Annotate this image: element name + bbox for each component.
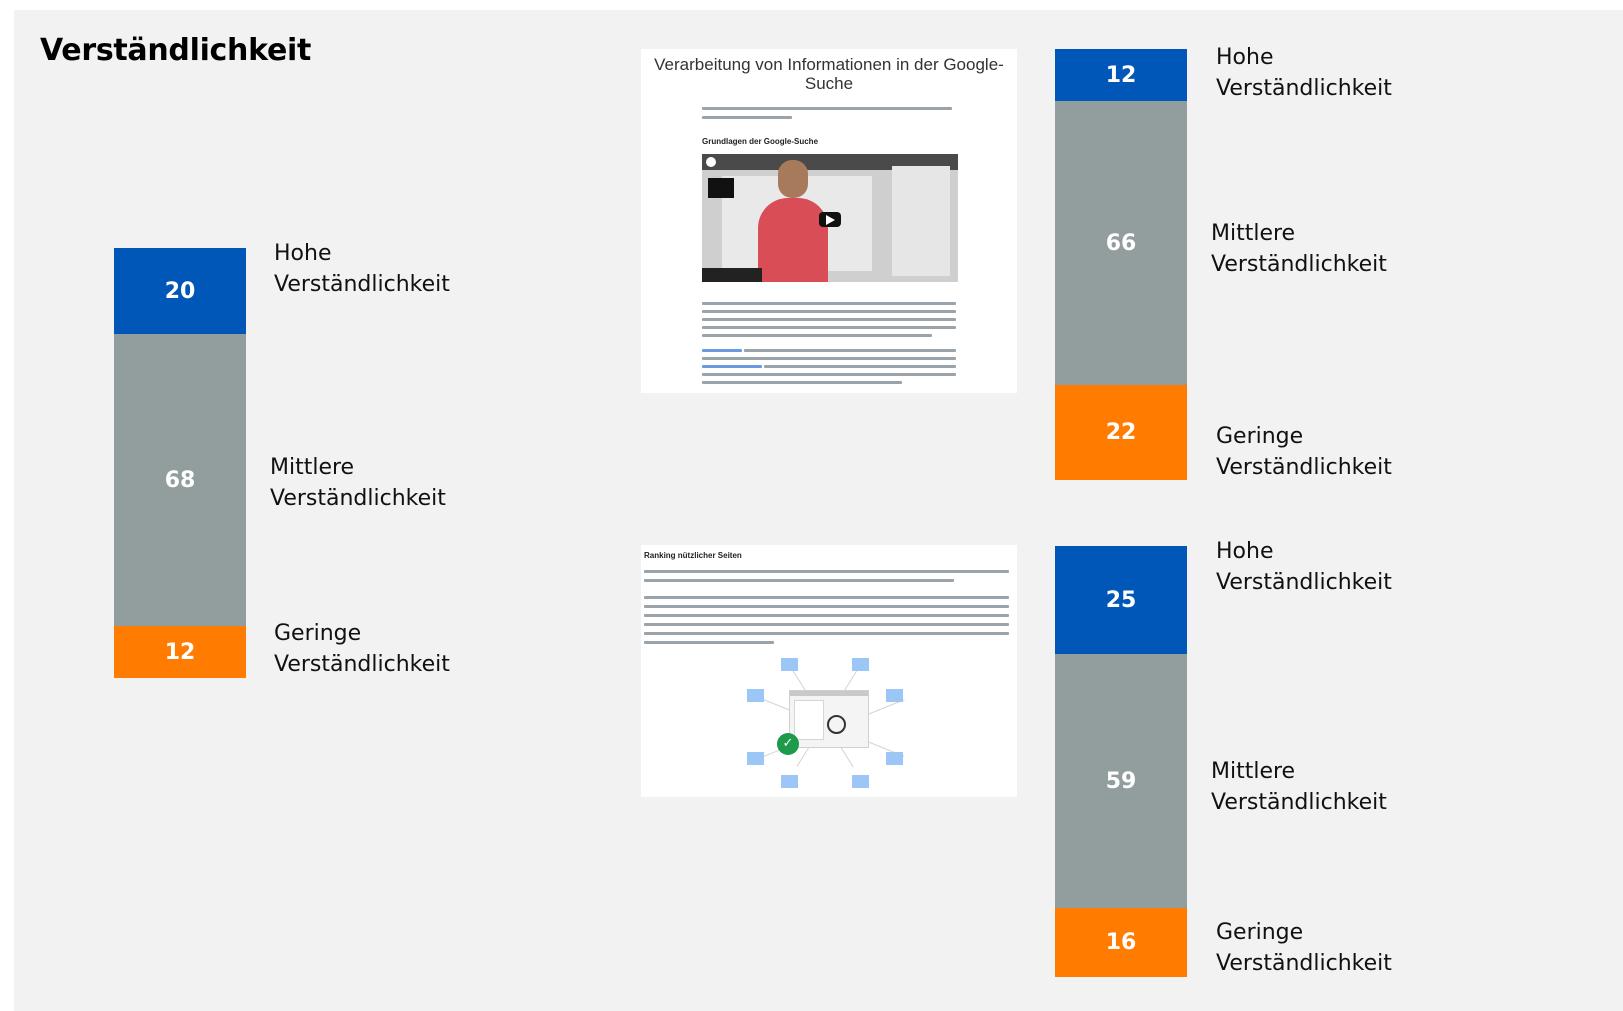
category-label-line: Mittlere: [1211, 221, 1296, 246]
node-square-icon: [781, 775, 798, 788]
category-label-line: Verständlichkeit: [1211, 252, 1387, 277]
node-square-icon: [781, 658, 798, 671]
category-label-line: Verständlichkeit: [1211, 790, 1387, 815]
category-label-line: Verständlichkeit: [1216, 76, 1392, 101]
node-square-icon: [886, 752, 903, 765]
category-label-line: Hohe: [274, 241, 332, 266]
network-diagram-illustration: ✓: [736, 655, 926, 797]
text-line: [644, 605, 1009, 608]
text-line: [644, 632, 1009, 635]
category-label-geringe: Geringe Verständlichkeit: [274, 618, 450, 680]
checkmark-icon: ✓: [777, 733, 799, 755]
data-label: 59: [1105, 768, 1137, 794]
category-label-mittlere: Mittlere Verständlichkeit: [1211, 218, 1387, 280]
text-line: [702, 318, 956, 321]
text-line: [644, 623, 1009, 626]
category-label-line: Mittlere: [270, 455, 355, 480]
screenshot-section-heading: Grundlagen der Google-Suche: [702, 137, 819, 146]
category-label-line: Verständlichkeit: [274, 272, 450, 297]
node-square-icon: [852, 658, 869, 671]
category-label-mittlere: Mittlere Verständlichkeit: [1211, 756, 1387, 818]
video-thumbnail: [702, 154, 958, 282]
data-label: 12: [164, 639, 196, 665]
bar-segment-mittlere: 59: [1055, 654, 1187, 908]
bar-segment-mittlere: 68: [114, 334, 246, 626]
text-line: [644, 596, 1009, 599]
category-label-line: Geringe: [274, 621, 362, 646]
category-label-hohe: Hohe Verständlichkeit: [274, 238, 450, 300]
text-line: [702, 373, 956, 376]
screenshot-section-heading: Ranking nützlicher Seiten: [644, 551, 742, 560]
text-line: [744, 349, 956, 352]
category-label-line: Hohe: [1216, 45, 1274, 70]
bar-segment-hohe: 12: [1055, 49, 1187, 101]
screenshot-title: Verarbeitung von Informationen in der Go…: [641, 55, 1017, 93]
data-label: 25: [1105, 587, 1137, 613]
category-label-line: Hohe: [1216, 539, 1274, 564]
category-label-geringe: Geringe Verständlichkeit: [1216, 917, 1392, 979]
category-label-line: Geringe: [1216, 920, 1304, 945]
bar-segment-geringe: 16: [1055, 908, 1187, 977]
text-line: [644, 570, 1009, 573]
text-line: [644, 641, 774, 644]
google-search-screenshot-bottom: Ranking nützlicher Seiten ✓: [641, 545, 1017, 797]
category-label-mittlere: Mittlere Verständlichkeit: [270, 452, 446, 514]
google-search-screenshot-top: Verarbeitung von Informationen in der Go…: [641, 49, 1017, 393]
category-label-line: Verständlichkeit: [1216, 455, 1392, 480]
category-label-line: Verständlichkeit: [1216, 570, 1392, 595]
text-line: [702, 357, 956, 360]
category-label-line: Verständlichkeit: [1216, 951, 1392, 976]
text-line: [702, 107, 952, 110]
category-label-line: Geringe: [1216, 424, 1304, 449]
text-line: [702, 326, 956, 329]
bar-segment-hohe: 20: [114, 248, 246, 334]
data-label: 68: [164, 467, 196, 493]
node-square-icon: [852, 775, 869, 788]
text-line: [702, 334, 932, 337]
text-line: [702, 116, 792, 119]
data-label: 20: [164, 278, 196, 304]
category-label-line: Mittlere: [1211, 759, 1296, 784]
slide-title: Verständlichkeit: [40, 33, 312, 68]
text-line: [644, 579, 954, 582]
bar-segment-geringe: 12: [114, 626, 246, 678]
text-line: [764, 365, 956, 368]
screenshot-title-line: Suche: [804, 74, 854, 93]
category-label-line: Verständlichkeit: [274, 652, 450, 677]
text-line: [702, 302, 956, 305]
category-label-geringe: Geringe Verständlichkeit: [1216, 421, 1392, 483]
node-square-icon: [747, 689, 764, 702]
category-label-hohe: Hohe Verständlichkeit: [1216, 536, 1392, 598]
text-line: [644, 614, 1009, 617]
category-label-hohe: Hohe Verständlichkeit: [1216, 42, 1392, 104]
node-square-icon: [886, 689, 903, 702]
data-label: 22: [1105, 420, 1137, 445]
text-line: [702, 381, 902, 384]
node-square-icon: [747, 752, 764, 765]
data-label: 12: [1105, 62, 1137, 88]
google-logo-icon: [706, 157, 716, 167]
screenshot-title-line: Verarbeitung von Informationen in der Go…: [654, 55, 1004, 74]
data-label: 66: [1105, 230, 1137, 256]
presenter-figure: [758, 198, 828, 282]
bicycle-icon: [827, 715, 846, 734]
bar-segment-hohe: 25: [1055, 546, 1187, 654]
bar-segment-mittlere: 66: [1055, 101, 1187, 385]
bar-segment-geringe: 22: [1055, 385, 1187, 480]
text-line: [702, 310, 956, 313]
category-label-line: Verständlichkeit: [270, 486, 446, 511]
link-line[interactable]: [702, 349, 742, 352]
link-line[interactable]: [702, 365, 762, 368]
data-label: 16: [1105, 930, 1137, 955]
